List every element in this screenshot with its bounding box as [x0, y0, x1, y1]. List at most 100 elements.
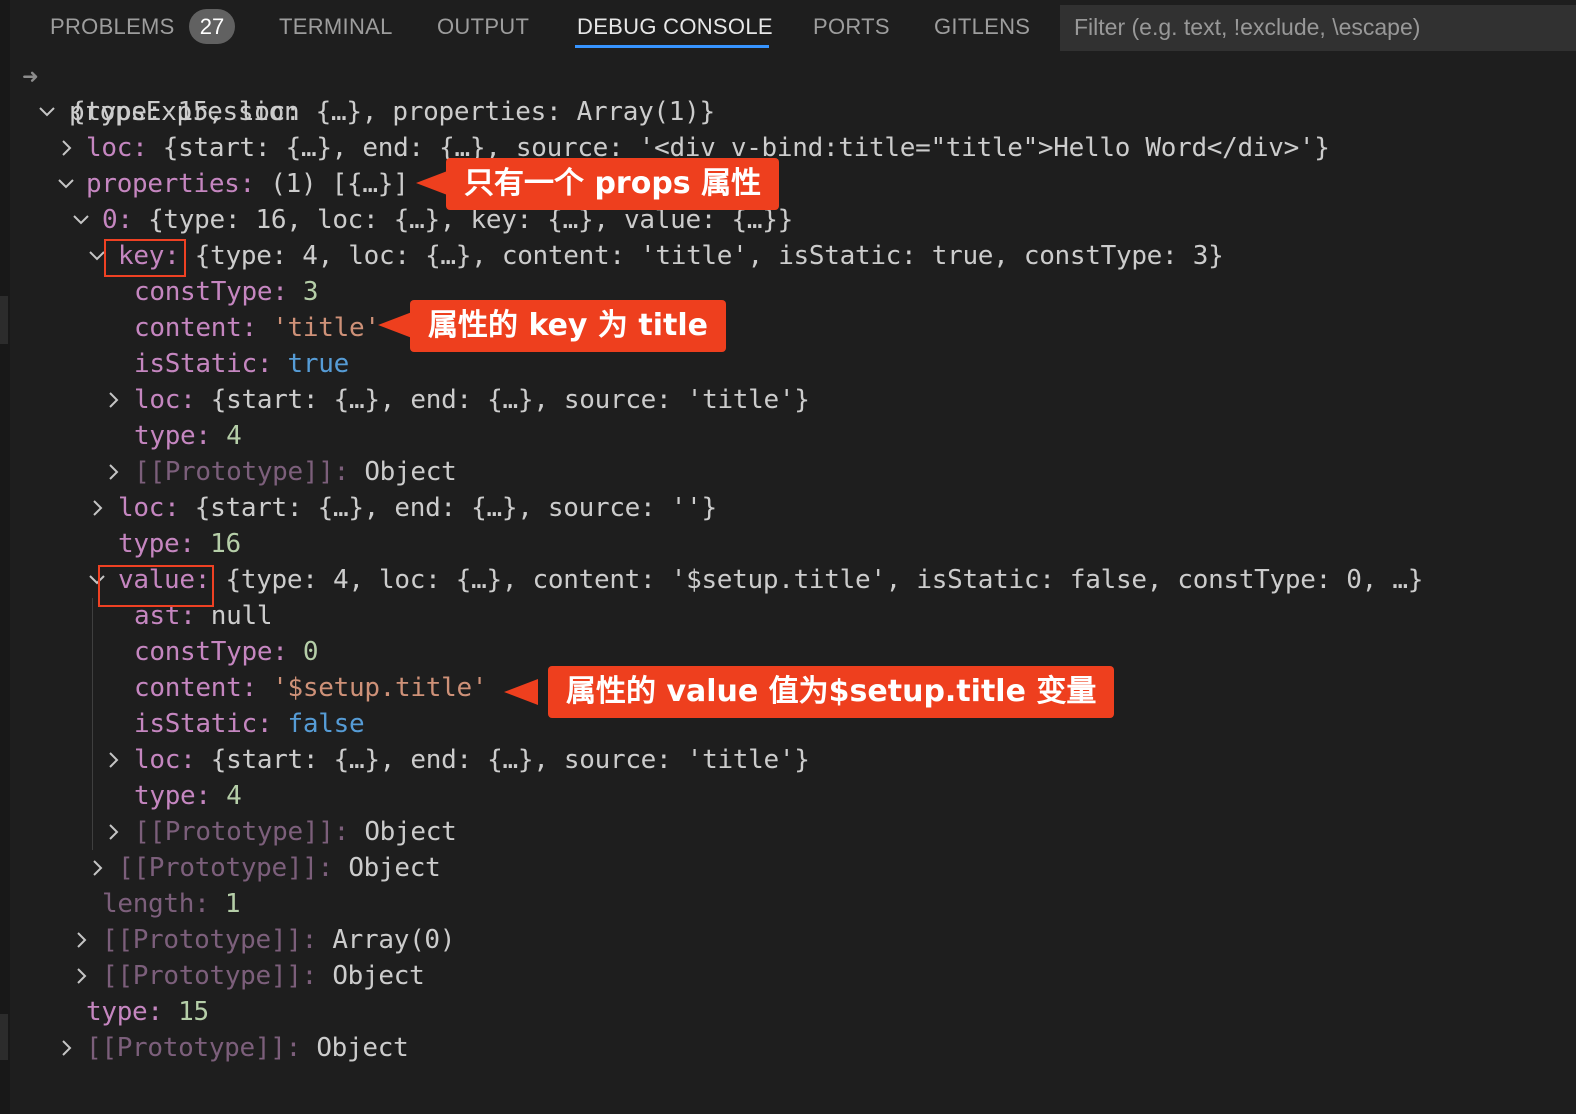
tree-row[interactable]: {type: 15, loc: {…}, properties: Array(1…	[0, 94, 1560, 130]
chevron-down-icon[interactable]	[70, 202, 92, 238]
property-key: properties	[86, 169, 240, 199]
property-separator: :	[180, 385, 211, 415]
tree-row: constType: 3	[0, 274, 1560, 310]
property-value: '$setup.title'	[272, 673, 488, 703]
chevron-right-icon[interactable]	[70, 958, 92, 994]
filter-input[interactable]: Filter (e.g. text, !exclude, \escape)	[1060, 5, 1576, 51]
property-value: {type: 4, loc: {…}, content: '$setup.tit…	[210, 565, 1424, 595]
problems-count-badge: 27	[189, 9, 235, 44]
tree-row-content: [[Prototype]]: Object	[134, 814, 457, 850]
property-key: loc	[134, 745, 181, 775]
chevron-down-icon[interactable]	[36, 94, 58, 130]
property-value: false	[287, 709, 365, 739]
property-separator: :	[333, 457, 365, 487]
filter-placeholder: Filter (e.g. text, !exclude, \escape)	[1074, 14, 1421, 40]
tree-row[interactable]: [[Prototype]]: Object	[0, 1030, 1560, 1066]
chevron-right-icon[interactable]	[55, 130, 77, 166]
tree-row: type: 4	[0, 778, 1560, 814]
tree-row-content: type: 15	[86, 994, 209, 1030]
tree-row[interactable]: 0: {type: 16, loc: {…}, key: {…}, value:…	[0, 202, 1560, 238]
tree-row-content: key: {type: 4, loc: {…}, content: 'title…	[118, 238, 1224, 274]
callout-props-count: 只有一个 props 属性	[446, 158, 780, 210]
property-value: Object	[332, 961, 425, 991]
tab-gitlens[interactable]: GITLENS	[934, 14, 1030, 40]
tab-problems[interactable]: PROBLEMS	[50, 14, 175, 40]
tree-row[interactable]: key: {type: 4, loc: {…}, content: 'title…	[0, 238, 1560, 274]
active-tab-indicator	[575, 45, 769, 48]
property-key: content	[134, 313, 242, 343]
tree-row[interactable]: properties: (1) [{…}]	[0, 166, 1560, 202]
property-value: Object	[364, 817, 457, 847]
value-highlight-box	[98, 565, 214, 607]
property-value: 4	[226, 421, 242, 451]
property-key: [[Prototype]]	[134, 817, 334, 847]
property-value: {type: 15, loc: {…}, properties: Array(1…	[70, 97, 715, 127]
property-key: length	[102, 889, 195, 919]
tree-row[interactable]: loc: {start: {…}, end: {…}, source: 'tit…	[0, 382, 1560, 418]
chevron-right-icon[interactable]	[102, 814, 124, 850]
chevron-right-icon[interactable]	[102, 454, 124, 490]
property-key: isStatic	[134, 349, 257, 379]
console-input-line: ➜ propsExpression	[0, 58, 400, 127]
chevron-right-icon[interactable]	[55, 1030, 77, 1066]
chevron-right-icon[interactable]	[86, 850, 108, 886]
property-separator: :	[194, 889, 225, 919]
tree-row[interactable]: loc: {start: {…}, end: {…}, source: ''}	[0, 490, 1560, 526]
property-value: {start: {…}, end: {…}, source: ''}	[194, 493, 717, 523]
property-key: type	[134, 781, 196, 811]
property-key: constType	[134, 277, 273, 307]
tab-terminal[interactable]: TERMINAL	[279, 14, 393, 40]
chevron-down-icon[interactable]	[55, 166, 77, 202]
property-key: loc	[118, 493, 165, 523]
tree-row-content: [[Prototype]]: Object	[86, 1030, 409, 1066]
chevron-right-icon[interactable]	[86, 490, 108, 526]
tree-row[interactable]: [[Prototype]]: Object	[0, 454, 1560, 490]
property-value: {start: {…}, end: {…}, source: 'title'}	[210, 385, 810, 415]
chevron-right-icon[interactable]	[102, 742, 124, 778]
tree-row[interactable]: [[Prototype]]: Object	[0, 814, 1560, 850]
property-key: 0	[102, 205, 118, 235]
property-key: type	[118, 529, 180, 559]
tree-row-content: isStatic: false	[134, 706, 365, 742]
tree-row-content: constType: 3	[134, 274, 319, 310]
property-value: 3	[302, 277, 319, 307]
tab-ports[interactable]: PORTS	[813, 14, 890, 40]
tree-row[interactable]: [[Prototype]]: Object	[0, 958, 1560, 994]
tree-row-content: [[Prototype]]: Object	[102, 958, 425, 994]
tab-output[interactable]: OUTPUT	[437, 14, 529, 40]
property-separator: :	[256, 709, 288, 739]
chevron-right-icon[interactable]	[70, 922, 92, 958]
tree-row[interactable]: [[Prototype]]: Array(0)	[0, 922, 1560, 958]
property-key: [[Prototype]]	[102, 961, 302, 991]
panel-tab-bar: PROBLEMS 27 TERMINAL OUTPUT DEBUG CONSOL…	[0, 0, 1576, 56]
chevron-right-icon[interactable]	[102, 382, 124, 418]
property-value: (1) [{…}]	[270, 169, 409, 199]
tree-row[interactable]: value: {type: 4, loc: {…}, content: '$se…	[0, 562, 1560, 598]
debug-console-output: ➜ propsExpression {type: 15, loc: {…}, pr…	[0, 58, 1576, 1114]
property-separator: :	[272, 277, 303, 307]
property-value: 1	[224, 889, 241, 919]
property-value: 15	[178, 997, 209, 1027]
property-value: true	[287, 349, 350, 379]
tree-row[interactable]: loc: {start: {…}, end: {…}, source: 'tit…	[0, 742, 1560, 778]
property-separator: :	[241, 313, 273, 343]
property-value: Object	[348, 853, 441, 883]
tab-debug-console[interactable]: DEBUG CONSOLE	[577, 14, 773, 40]
property-value: 0	[302, 637, 319, 667]
property-key: [[Prototype]]	[134, 457, 334, 487]
property-value: {type: 4, loc: {…}, content: 'title', is…	[179, 241, 1224, 271]
tree-row: content: 'title'	[0, 310, 1560, 346]
property-value: Array(0)	[332, 925, 456, 955]
property-value: Object	[364, 457, 457, 487]
tree-row[interactable]: loc: {start: {…}, end: {…}, source: '<di…	[0, 130, 1560, 166]
key-highlight-box	[104, 239, 186, 277]
callout-value-setup-title: 属性的 value 值为$setup.title 变量	[548, 666, 1115, 718]
property-separator: :	[132, 133, 163, 163]
tree-row[interactable]: [[Prototype]]: Object	[0, 850, 1560, 886]
tree-row-content: length: 1	[102, 886, 241, 922]
tree-row-content: content: 'title'	[134, 310, 380, 346]
tree-row-content: type: 4	[134, 778, 242, 814]
tree-row-content: isStatic: true	[134, 346, 349, 382]
property-value: 4	[226, 781, 242, 811]
callout-pointer	[378, 312, 412, 338]
